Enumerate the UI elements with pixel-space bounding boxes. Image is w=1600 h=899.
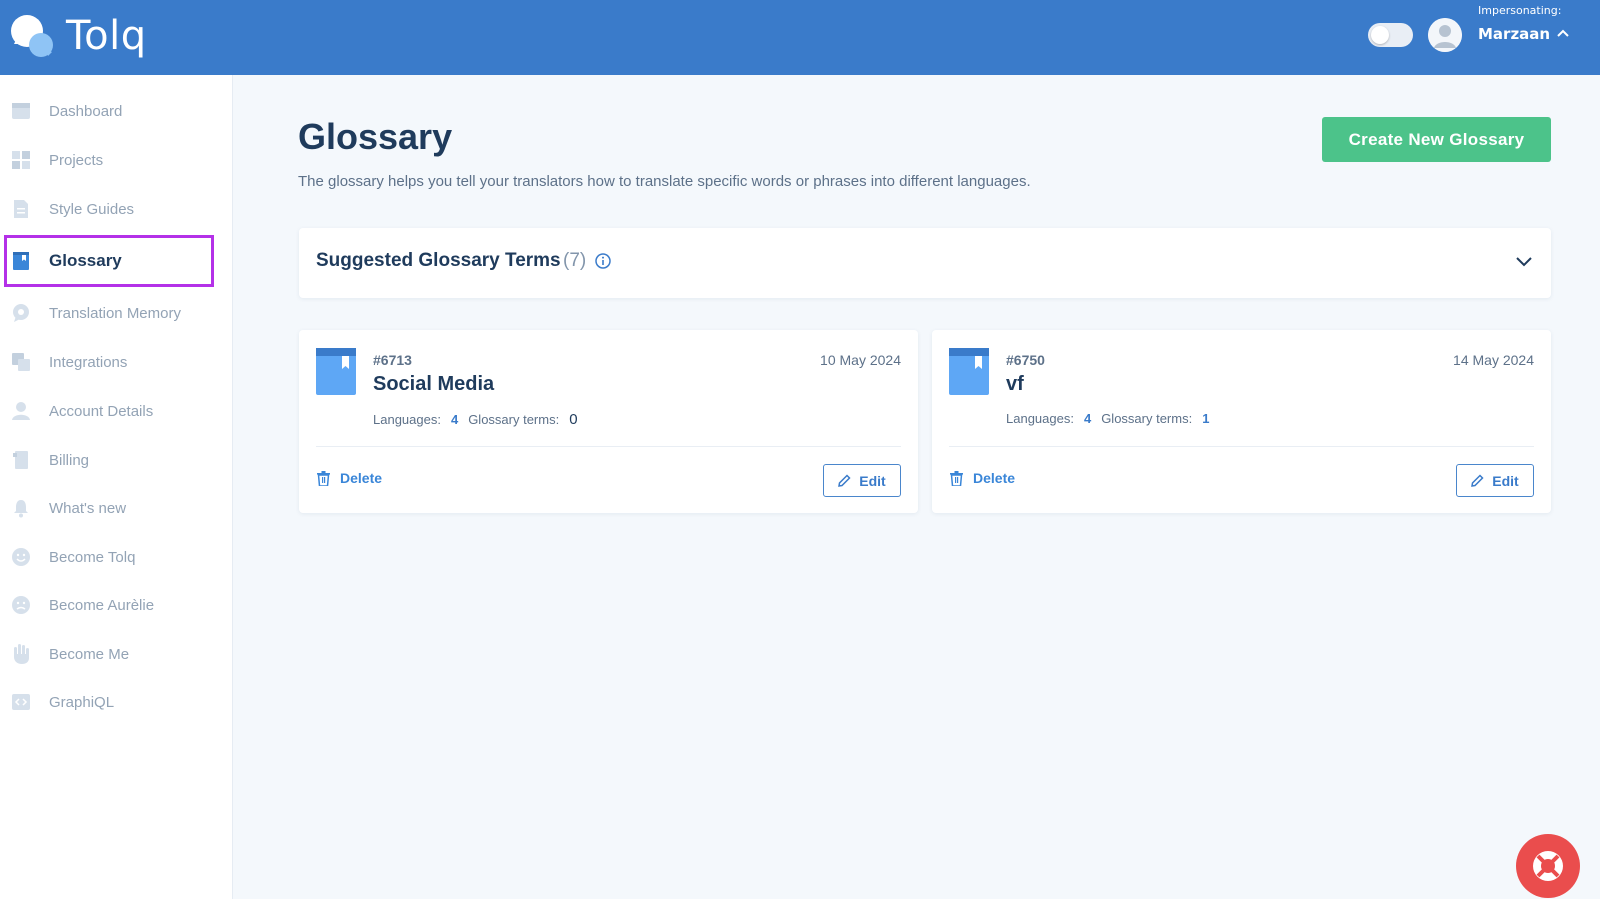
sidebar-item-label: What's new <box>49 499 127 517</box>
smile-face-icon <box>10 546 32 568</box>
sidebar-item-glossary[interactable]: Glossary <box>4 235 214 287</box>
sidebar-item-translation-memory[interactable]: Translation Memory <box>4 289 214 337</box>
suggested-terms-panel[interactable]: Suggested Glossary Terms (7) <box>299 228 1551 298</box>
delete-label: Delete <box>340 470 383 486</box>
sidebar-item-dashboard[interactable]: Dashboard <box>4 87 214 135</box>
glossary-terms-label: Glossary terms: <box>468 412 560 427</box>
delete-button[interactable]: Delete <box>950 470 1015 486</box>
languages-count: 4 <box>1083 411 1092 426</box>
sidebar-item-label: Billing <box>49 451 90 469</box>
sidebar-item-projects[interactable]: Projects <box>4 136 214 184</box>
sidebar-item-become-me[interactable]: Become Me <box>4 630 214 678</box>
glossary-id: #6713 <box>373 352 412 368</box>
user-name[interactable]: Marzaan <box>1478 25 1550 43</box>
brand-logo[interactable]: Tolq <box>10 8 147 64</box>
sidebar-item-label: Become Aurèlie <box>49 596 155 614</box>
glossary-date: 10 May 2024 <box>820 352 901 368</box>
sidebar-item-label: Become Tolq <box>49 548 136 566</box>
sad-face-icon <box>10 594 32 616</box>
sidebar-item-style-guides[interactable]: Style Guides <box>4 185 214 233</box>
user-avatar-icon <box>1428 18 1462 52</box>
sidebar-item-label: Glossary <box>49 251 122 270</box>
sidebar-item-label: Translation Memory <box>49 304 181 322</box>
glossary-terms-count: 0 <box>569 411 578 428</box>
edit-label: Edit <box>1492 472 1519 489</box>
suggested-terms-count: (7) <box>563 250 587 271</box>
page-description: The glossary helps you tell your transla… <box>298 173 1031 190</box>
glossary-terms-count: 1 <box>1202 411 1210 426</box>
bell-icon <box>10 497 32 519</box>
edit-button[interactable]: Edit <box>1456 464 1534 497</box>
sidebar-item-graphiql[interactable]: GraphiQL <box>4 678 214 726</box>
impersonating-label: Impersonating: <box>1478 4 1562 17</box>
sidebar-item-label: Become Me <box>49 645 130 663</box>
sidebar-item-integrations[interactable]: Integrations <box>4 338 214 386</box>
sidebar-item-billing[interactable]: Billing <box>4 436 214 484</box>
card-divider <box>949 446 1534 447</box>
impersonate-toggle[interactable] <box>1368 23 1413 47</box>
sidebar-item-label: Style Guides <box>49 200 135 218</box>
glossary-id: #6750 <box>1006 352 1045 368</box>
delete-label: Delete <box>973 470 1016 486</box>
glossary-meta: Languages: 4 Glossary terms: 1 <box>1006 411 1219 426</box>
edit-button[interactable]: Edit <box>823 464 901 497</box>
trash-icon <box>950 470 963 486</box>
delete-button[interactable]: Delete <box>317 470 382 486</box>
brand-name: Tolq <box>66 13 147 59</box>
person-icon <box>10 400 32 422</box>
sidebar-item-label: GraphiQL <box>49 693 115 711</box>
edit-label: Edit <box>859 472 886 489</box>
trash-icon <box>317 470 330 486</box>
sidebar-item-account-details[interactable]: Account Details <box>4 387 214 435</box>
document-icon <box>10 198 32 220</box>
page-title: Glossary <box>298 116 453 157</box>
glossary-card[interactable]: #6713 10 May 2024 Social Media Languages… <box>299 330 918 513</box>
glossary-name[interactable]: Social Media <box>373 373 494 396</box>
projects-grid-icon <box>10 149 32 171</box>
sidebar-item-label: Integrations <box>49 353 128 371</box>
languages-count: 4 <box>450 412 459 427</box>
glossary-name[interactable]: vf <box>1006 373 1024 396</box>
create-new-glossary-button[interactable]: Create New Glossary <box>1322 117 1551 162</box>
glossary-card[interactable]: #6750 14 May 2024 vf Languages: 4 Glossa… <box>932 330 1551 513</box>
sidebar-item-become-tolq[interactable]: Become Tolq <box>4 533 214 581</box>
top-bar: Tolq Impersonating: Marzaan <box>0 0 1600 75</box>
sidebar-item-label: Dashboard <box>49 102 123 120</box>
help-button[interactable] <box>1516 834 1580 898</box>
info-icon[interactable] <box>595 253 611 269</box>
glossary-book-icon <box>949 348 989 395</box>
pencil-icon <box>1471 474 1484 487</box>
glossary-book-icon <box>316 348 356 395</box>
glossary-date: 14 May 2024 <box>1453 352 1534 368</box>
sidebar-item-whats-new[interactable]: What's new <box>4 484 214 532</box>
sidebar-item-label: Account Details <box>49 402 154 420</box>
code-icon <box>10 691 32 713</box>
toggle-knob <box>1371 26 1389 44</box>
chat-bubble-icon <box>10 302 32 324</box>
sidebar-item-become-aurelie[interactable]: Become Aurèlie <box>4 581 214 629</box>
pencil-icon <box>838 474 851 487</box>
suggested-terms-title: Suggested Glossary Terms <box>316 250 561 271</box>
dashboard-icon <box>10 100 32 122</box>
card-divider <box>316 446 901 447</box>
avatar[interactable] <box>1428 18 1462 52</box>
book-icon <box>10 250 32 272</box>
tolq-logo-icon <box>11 15 53 57</box>
integrations-icon <box>10 351 32 373</box>
receipt-icon <box>10 449 32 471</box>
lifebuoy-icon <box>1533 851 1563 881</box>
sidebar: Dashboard Projects Style Guides Glossary… <box>0 75 233 899</box>
glossary-terms-label: Glossary terms: <box>1101 411 1193 426</box>
chevron-down-icon[interactable] <box>1515 252 1533 270</box>
chevron-up-icon[interactable] <box>1556 26 1570 40</box>
glossary-meta: Languages: 4 Glossary terms: 0 <box>373 411 588 428</box>
hand-icon <box>10 643 32 665</box>
sidebar-item-label: Projects <box>49 151 104 169</box>
languages-label: Languages: <box>1006 411 1074 426</box>
languages-label: Languages: <box>373 412 441 427</box>
